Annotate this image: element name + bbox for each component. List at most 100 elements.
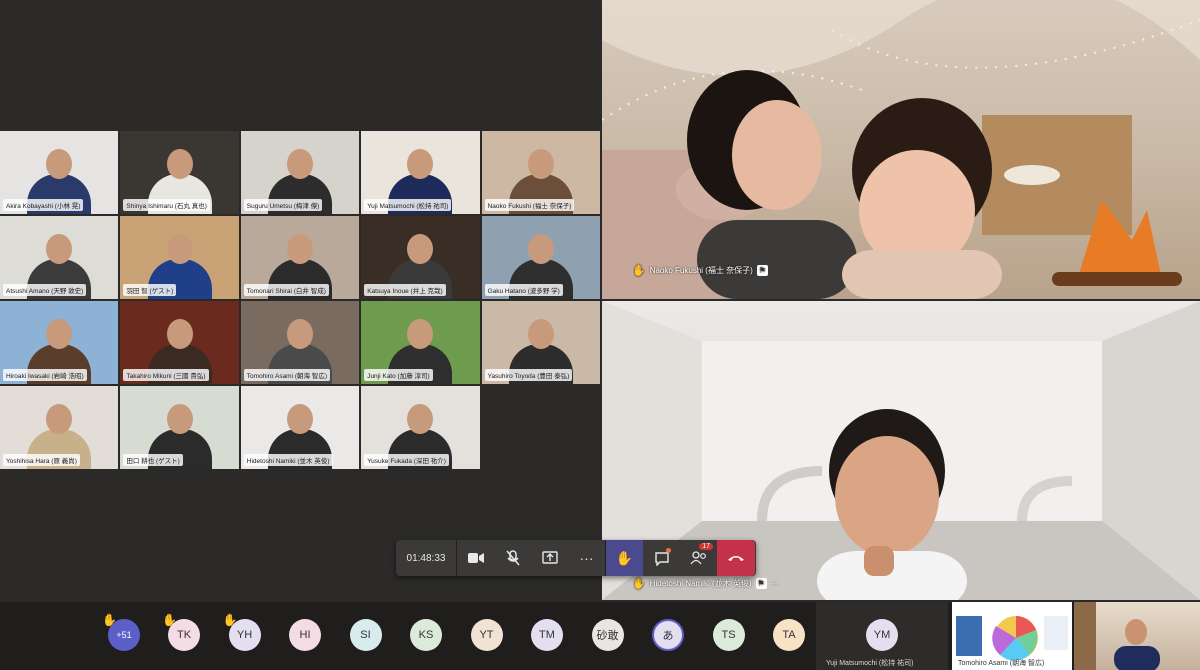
participant-video-face bbox=[46, 149, 73, 179]
participant-name: Yoshihisa Hara (原 義尚) bbox=[3, 454, 80, 466]
participant-avatar[interactable]: TA bbox=[773, 619, 805, 651]
participant-tile[interactable]: Shinya Ishimaru (石丸 真也) bbox=[120, 131, 239, 214]
spotlight-video-top[interactable]: ✋ Naoko Fukushi (福士 奈保子) ⚑ bbox=[602, 0, 1200, 299]
participant-avatar[interactable]: YT bbox=[470, 619, 503, 651]
participant-strip: ✋ +51 ✋ TK ✋ YH HI SI KS YT TM 砂敢 あ TS TA YM Yuji Ma… bbox=[0, 602, 1200, 670]
participant-name: Yuji Matsumochi (松持 祐司) bbox=[364, 199, 452, 211]
raised-hand-icon: ✋ bbox=[632, 265, 646, 277]
call-toolbar: 01:48:33 ··· ✋ 17 bbox=[396, 540, 756, 576]
mic-button[interactable] bbox=[494, 540, 531, 576]
participant-avatar[interactable]: 砂敢 bbox=[591, 619, 624, 651]
tent-background bbox=[602, 0, 1200, 299]
participant-tile[interactable]: Yusuke Fukada (深田 祐介) bbox=[361, 386, 480, 469]
participant-name: Yasuhiro Toyoda (豊田 泰弘) bbox=[484, 369, 573, 381]
participant-tile[interactable]: Tomonari Shirai (白井 智成) bbox=[240, 216, 360, 299]
avatar-initials: TK bbox=[176, 629, 192, 641]
raised-hand-icon: ✋ bbox=[632, 578, 646, 590]
participant-avatar[interactable]: KS bbox=[410, 619, 442, 651]
spotlight-name-tag-top: ✋ Naoko Fukushi (福士 奈保子) ⚑ bbox=[632, 264, 768, 277]
participant-name: Junji Kato (加藤 淳司) bbox=[364, 369, 433, 381]
participant-video-face bbox=[46, 404, 73, 434]
participant-avatar[interactable]: ✋ TK bbox=[162, 613, 200, 651]
participant-video-face bbox=[286, 149, 313, 179]
camera-button[interactable] bbox=[457, 540, 494, 576]
avatar-initials: YT bbox=[479, 629, 494, 641]
hangup-icon bbox=[728, 556, 744, 561]
participant-name: Hiroaki Iwasaki (岩崎 浩昭) bbox=[3, 369, 87, 381]
participant-video-face bbox=[527, 319, 554, 349]
participant-tile[interactable]: Junji Kato (加藤 淳司) bbox=[361, 301, 480, 384]
avatar-initials: TA bbox=[782, 629, 796, 641]
participant-video-face bbox=[407, 149, 434, 179]
participant-tile[interactable]: Gaku Hatano (波多野 学) bbox=[481, 216, 600, 299]
participant-name: Hidetoshi Namiki (並木 英俊) bbox=[649, 579, 752, 588]
participant-avatar[interactable]: あ bbox=[652, 619, 684, 651]
participant-video-face bbox=[286, 234, 313, 264]
participant-video-face bbox=[527, 234, 554, 264]
people-icon bbox=[689, 551, 706, 565]
chat-notification-dot bbox=[666, 548, 671, 553]
raise-hand-icon: ✋ bbox=[615, 549, 634, 566]
hangup-button[interactable] bbox=[717, 540, 755, 576]
avatar-initials: TS bbox=[721, 629, 736, 641]
participant-tile[interactable]: Yoshihisa Hara (原 義尚) bbox=[0, 386, 119, 469]
share-button[interactable] bbox=[531, 540, 568, 576]
participant-tile[interactable]: Takahiro Mikuni (三國 貴弘) bbox=[120, 301, 239, 384]
share-icon bbox=[541, 551, 558, 564]
avatar-initials: あ bbox=[662, 630, 674, 642]
raise-hand-button[interactable]: ✋ bbox=[606, 540, 643, 576]
participant-tile[interactable]: Yuji Matsumochi (松持 祐司) bbox=[361, 131, 480, 214]
participant-tile[interactable]: Tomohiro Asami (朝海 智広) bbox=[240, 301, 360, 384]
chat-button[interactable] bbox=[643, 540, 680, 576]
participant-avatar[interactable]: TM bbox=[531, 619, 563, 651]
raised-hand-icon: ✋ bbox=[162, 613, 177, 627]
participant-video-face bbox=[407, 234, 434, 264]
more-icon: ··· bbox=[579, 550, 594, 566]
avatar-initials: TM bbox=[539, 629, 555, 641]
participant-tile[interactable]: 田口 耕也 (ゲスト) bbox=[120, 386, 239, 469]
participant-tile[interactable]: Suguru Umetsu (梅津 傑) bbox=[240, 131, 360, 214]
participant-name: Hidetoshi Namiki (並木 英俊) bbox=[243, 454, 333, 466]
participant-name: Naoko Fukushi (福士 奈保子) bbox=[484, 199, 575, 211]
participant-tile[interactable]: Hidetoshi Namiki (並木 英俊) bbox=[240, 386, 360, 469]
spotlight-name-tag-bottom: ✋ Hidetoshi Namiki (並木 英俊) ⚑ ··· bbox=[632, 577, 779, 590]
participant-video-face bbox=[407, 404, 434, 434]
overflow-participants-button[interactable]: ✋ +51 bbox=[102, 613, 140, 651]
participant-name: Naoko Fukushi (福士 奈保子) bbox=[649, 266, 753, 275]
participant-name: Tomonari Shirai (白井 智成) bbox=[243, 284, 329, 296]
participant-tile[interactable]: Naoko Fukushi (福士 奈保子) bbox=[481, 131, 600, 214]
participant-name: Takahiro Mikuni (三國 貴弘) bbox=[123, 369, 209, 381]
participant-avatar[interactable]: ✋ YH bbox=[223, 613, 261, 651]
participant-tile[interactable]: Hiroaki Iwasaki (岩崎 浩昭) bbox=[0, 301, 119, 384]
participant-avatar[interactable]: HI bbox=[289, 619, 321, 651]
participant-video-face bbox=[46, 234, 73, 264]
more-options-icon[interactable]: ··· bbox=[771, 579, 779, 588]
mic-off-icon bbox=[505, 550, 520, 566]
guest-badge-icon: ⚑ bbox=[756, 265, 768, 276]
participant-video-face bbox=[286, 319, 313, 349]
screen-share-thumbnail[interactable]: Tomohiro Asami (朝海 智広) bbox=[952, 602, 1072, 670]
call-timer: 01:48:33 bbox=[406, 552, 446, 564]
participant-tile-ym[interactable]: YM Yuji Matsumochi (松持 祐司) bbox=[816, 602, 948, 670]
participant-avatar[interactable]: TS bbox=[712, 619, 745, 651]
participant-video-face bbox=[166, 149, 193, 179]
avatar-initials: KS bbox=[418, 629, 434, 641]
participant-tile[interactable]: 羽田 智 (ゲスト) bbox=[120, 216, 239, 299]
participant-name: Shinya Ishimaru (石丸 真也) bbox=[123, 199, 210, 211]
participant-video-face bbox=[166, 234, 193, 264]
avatar-initials: YM bbox=[873, 629, 891, 641]
participant-avatar[interactable]: SI bbox=[349, 619, 382, 651]
more-actions-button[interactable]: ··· bbox=[568, 540, 605, 576]
participant-video-face bbox=[407, 319, 434, 349]
participant-name: Yuji Matsumochi (松持 祐司) bbox=[826, 660, 914, 667]
participant-tile[interactable]: Atsushi Amano (天野 敦史) bbox=[0, 216, 119, 299]
participant-tile[interactable]: Akira Kobayashi (小林 晃) bbox=[0, 131, 119, 214]
participant-video-face bbox=[166, 319, 193, 349]
self-camera-thumbnail[interactable] bbox=[1074, 602, 1200, 670]
raised-hand-icon: ✋ bbox=[222, 613, 238, 627]
participant-tile[interactable]: Yasuhiro Toyoda (豊田 泰弘) bbox=[481, 301, 600, 384]
participant-tile[interactable]: Katsuya Inoue (井上 克哉) bbox=[361, 216, 480, 299]
participants-button[interactable]: 17 bbox=[680, 540, 717, 576]
avatar-initials: HI bbox=[299, 629, 311, 641]
participants-count-badge: 17 bbox=[699, 543, 713, 550]
